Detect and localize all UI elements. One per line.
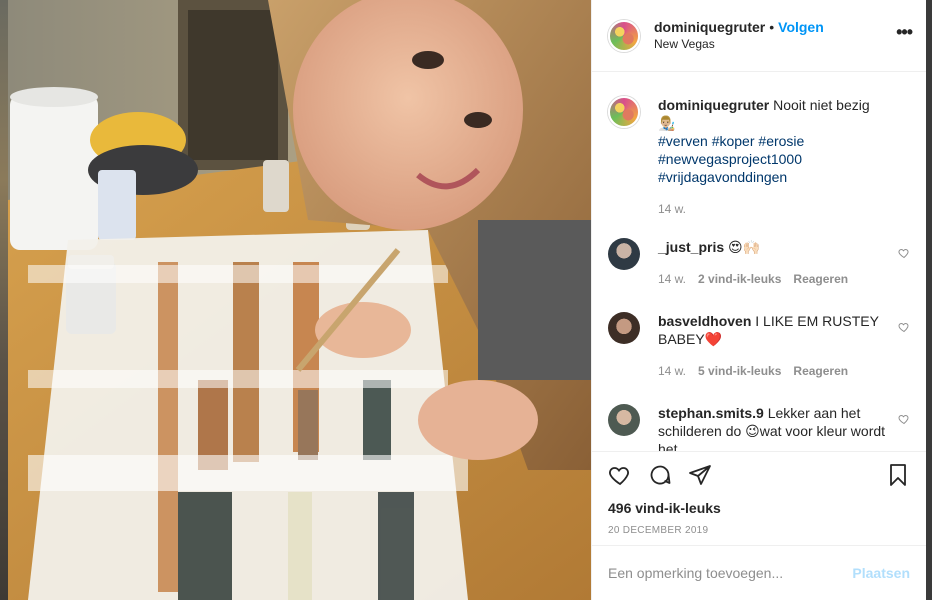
reply-button[interactable]: Reageren xyxy=(793,270,848,288)
hashtag[interactable]: #verven xyxy=(658,133,708,149)
comments-list[interactable]: dominiquegruter Nooit niet bezig 👨🏼‍🎨 #v… xyxy=(592,73,926,451)
author-username[interactable]: dominiquegruter xyxy=(654,19,765,35)
comment-item: stephan.smits.9 Lekker aan het schildere… xyxy=(608,404,910,451)
comment-time[interactable]: 14 w. xyxy=(658,362,686,380)
post-actions: 496 vind-ik-leuks 20 DECEMBER 2019 xyxy=(592,451,926,536)
commenter-avatar[interactable] xyxy=(608,312,640,344)
comment-body: basveldhoven I LIKE EM RUSTEY BABEY❤️ 14… xyxy=(658,312,890,380)
like-heart-icon[interactable] xyxy=(608,463,632,487)
comment-item: basveldhoven I LIKE EM RUSTEY BABEY❤️ 14… xyxy=(608,312,910,380)
like-comment-heart-icon[interactable] xyxy=(898,321,910,333)
reply-button[interactable]: Reageren xyxy=(793,362,848,380)
share-paper-plane-icon[interactable] xyxy=(688,463,712,487)
post-date[interactable]: 20 DECEMBER 2019 xyxy=(608,525,910,536)
separator-dot: • xyxy=(769,19,775,35)
backdrop-right xyxy=(926,0,932,600)
follow-button[interactable]: Volgen xyxy=(778,19,824,35)
comment-text: 😍🙌🏻 xyxy=(728,239,761,255)
post-photo-image xyxy=(8,0,591,600)
comment-meta: 14 w. 2 vind-ik-leuks Reageren xyxy=(658,270,890,288)
post-header: dominiquegruter • Volgen New Vegas ••• xyxy=(592,0,926,72)
like-comment-heart-icon[interactable] xyxy=(898,247,910,259)
comment-username[interactable]: _just_pris xyxy=(658,239,724,255)
author-avatar[interactable] xyxy=(608,19,640,52)
add-comment-bar: Een opmerking toevoegen... Plaatsen xyxy=(592,545,926,600)
caption: dominiquegruter Nooit niet bezig 👨🏼‍🎨 #v… xyxy=(608,96,910,218)
commenter-avatar[interactable] xyxy=(608,404,640,436)
post-photo[interactable] xyxy=(8,0,591,600)
caption-username[interactable]: dominiquegruter xyxy=(658,97,769,113)
comment-likes[interactable]: 5 vind-ik-leuks xyxy=(698,362,781,380)
save-bookmark-icon[interactable] xyxy=(886,463,910,487)
more-options-icon[interactable]: ••• xyxy=(896,23,913,41)
comment-body: stephan.smits.9 Lekker aan het schildere… xyxy=(658,404,890,451)
comment-input[interactable]: Een opmerking toevoegen... xyxy=(608,565,852,581)
comment-item: _just_pris 😍🙌🏻 14 w. 2 vind-ik-leuks Rea… xyxy=(608,238,910,288)
commenter-avatar[interactable] xyxy=(608,238,640,270)
caption-time[interactable]: 14 w. xyxy=(658,200,686,218)
comment-likes[interactable]: 2 vind-ik-leuks xyxy=(698,270,781,288)
comment-username[interactable]: stephan.smits.9 xyxy=(658,405,764,421)
action-icons xyxy=(608,452,910,498)
like-comment-heart-icon[interactable] xyxy=(898,413,910,425)
hashtag[interactable]: #koper xyxy=(712,133,755,149)
comment-time[interactable]: 14 w. xyxy=(658,270,686,288)
hashtag[interactable]: #erosie xyxy=(758,133,804,149)
comment-meta: 14 w. 5 vind-ik-leuks Reageren xyxy=(658,362,890,380)
post-panel: dominiquegruter • Volgen New Vegas ••• dom… xyxy=(591,0,926,600)
backdrop-left xyxy=(0,0,8,600)
post-comment-button[interactable]: Plaatsen xyxy=(852,565,910,581)
post-location[interactable]: New Vegas xyxy=(654,36,824,52)
comment-username[interactable]: basveldhoven xyxy=(658,313,751,329)
comment-bubble-icon[interactable] xyxy=(648,463,672,487)
author-info: dominiquegruter • Volgen New Vegas xyxy=(654,19,824,52)
like-count[interactable]: 496 vind-ik-leuks xyxy=(608,500,910,516)
caption-avatar[interactable] xyxy=(608,96,640,128)
comment-body: _just_pris 😍🙌🏻 14 w. 2 vind-ik-leuks Rea… xyxy=(658,238,890,288)
caption-meta: 14 w. xyxy=(658,200,890,218)
hashtag[interactable]: #vrijdagavonddingen xyxy=(658,169,787,185)
hashtag[interactable]: #newvegasproject1000 xyxy=(658,151,802,167)
caption-body: dominiquegruter Nooit niet bezig 👨🏼‍🎨 #v… xyxy=(658,96,890,218)
